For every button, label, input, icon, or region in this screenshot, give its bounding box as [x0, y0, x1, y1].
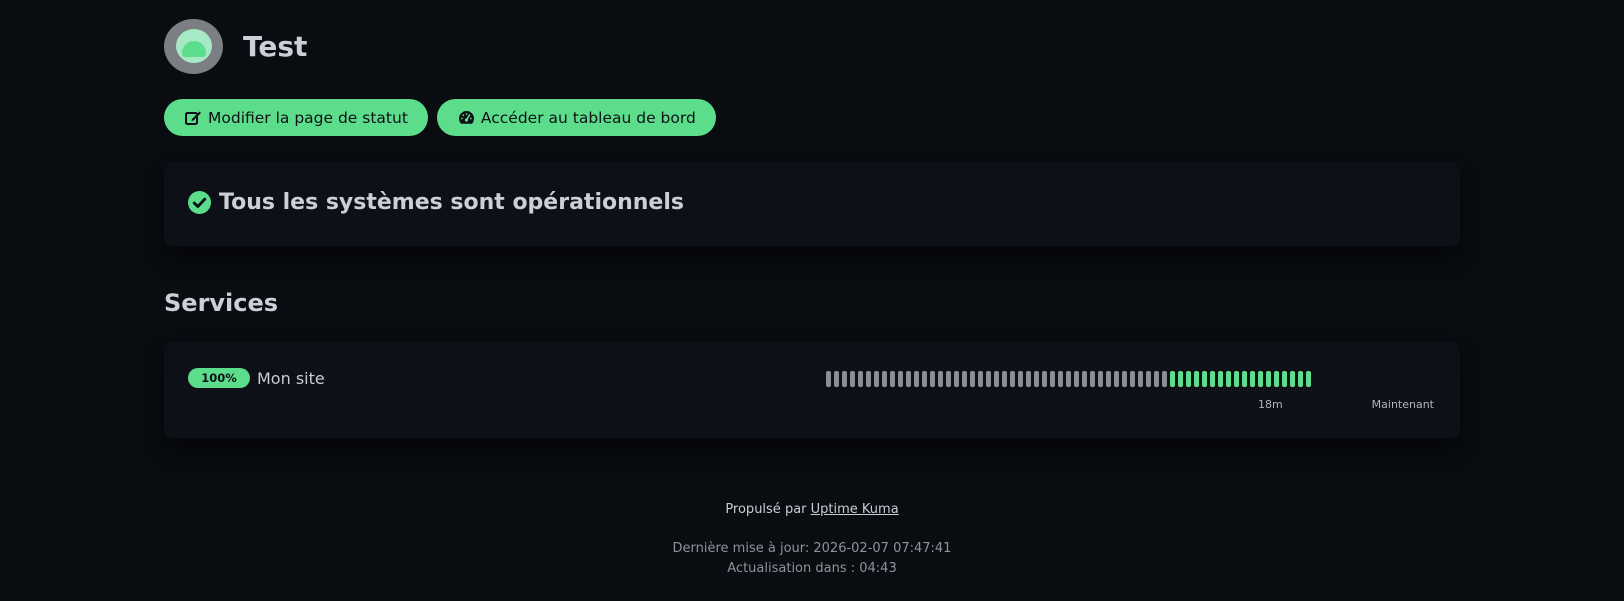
heartbeat-empty[interactable] [1034, 371, 1039, 387]
heartbeat-empty[interactable] [858, 371, 863, 387]
edit-status-page-button[interactable]: Modifier la page de statut [164, 99, 428, 136]
page-title: Test [243, 29, 308, 63]
heartbeat-up[interactable] [1290, 371, 1295, 387]
heartbeat-empty[interactable] [1162, 371, 1167, 387]
heartbeat-empty[interactable] [1082, 371, 1087, 387]
dashboard-label: Accéder au tableau de bord [480, 108, 696, 127]
heartbeat-empty[interactable] [986, 371, 991, 387]
heartbeat-empty[interactable] [834, 371, 839, 387]
heartbeat-empty[interactable] [850, 371, 855, 387]
heartbeat-up[interactable] [1210, 371, 1215, 387]
check-circle-icon [188, 191, 211, 214]
monitor-name[interactable]: Mon site [257, 369, 325, 388]
footer: Propulsé par Uptime Kuma Dernière mise à… [0, 502, 1624, 579]
heartbeat-empty[interactable] [914, 371, 919, 387]
heartbeat-up[interactable] [1186, 371, 1191, 387]
heartbeat-empty[interactable] [938, 371, 943, 387]
heartbeat-up[interactable] [1218, 371, 1223, 387]
heartbeat-empty[interactable] [890, 371, 895, 387]
heartbeat-up[interactable] [1266, 371, 1271, 387]
heartbeat-empty[interactable] [922, 371, 927, 387]
heartbeat-empty[interactable] [1058, 371, 1063, 387]
heartbeat-empty[interactable] [882, 371, 887, 387]
heartbeat-up[interactable] [1234, 371, 1239, 387]
edit-icon [185, 111, 201, 125]
edit-status-page-label: Modifier la page de statut [208, 108, 408, 127]
powered-by: Propulsé par Uptime Kuma [0, 502, 1624, 517]
heartbeat-up[interactable] [1242, 371, 1247, 387]
heartbeat-up[interactable] [1282, 371, 1287, 387]
heartbeat-up[interactable] [1258, 371, 1263, 387]
heartbeat-empty[interactable] [1122, 371, 1127, 387]
powered-by-prefix: Propulsé par [725, 502, 807, 517]
heartbeat-empty[interactable] [1018, 371, 1023, 387]
overall-status-text: Tous les systèmes sont opérationnels [219, 190, 684, 215]
heartbeat-empty[interactable] [1154, 371, 1159, 387]
heartbeat-empty[interactable] [906, 371, 911, 387]
action-buttons: Modifier la page de statut Accéder au ta… [164, 99, 716, 136]
heartbeat-up[interactable] [1194, 371, 1199, 387]
logo-icon [164, 18, 223, 74]
heartbeat-up[interactable] [1298, 371, 1303, 387]
heartbeat-empty[interactable] [978, 371, 983, 387]
dashboard-gauge-icon [458, 111, 474, 124]
heartbeat-up[interactable] [1250, 371, 1255, 387]
heartbeat-empty[interactable] [1138, 371, 1143, 387]
heartbeat-up[interactable] [1178, 371, 1183, 387]
heartbeat-up[interactable] [1306, 371, 1311, 387]
heartbeat-empty[interactable] [930, 371, 935, 387]
dashboard-button[interactable]: Accéder au tableau de bord [436, 99, 716, 136]
heartbeat-empty[interactable] [1114, 371, 1119, 387]
refresh-countdown-text: Actualisation dans : 04:43 [727, 561, 897, 576]
heartbeat-empty[interactable] [954, 371, 959, 387]
heartbeat-end-label: Maintenant [1371, 398, 1434, 411]
overall-status-card: Tous les systèmes sont opérationnels [164, 162, 1460, 246]
heartbeat-empty[interactable] [826, 371, 831, 387]
page-header: Test [164, 18, 307, 74]
heartbeat-up[interactable] [1226, 371, 1231, 387]
heartbeat-empty[interactable] [1066, 371, 1071, 387]
heartbeat-empty[interactable] [1010, 371, 1015, 387]
heartbeat-empty[interactable] [866, 371, 871, 387]
heartbeat-empty[interactable] [994, 371, 999, 387]
services-heading: Services [164, 289, 279, 317]
heartbeat-empty[interactable] [1146, 371, 1151, 387]
heartbeat-empty[interactable] [1026, 371, 1031, 387]
heartbeat-empty[interactable] [1090, 371, 1095, 387]
heartbeat-empty[interactable] [1050, 371, 1055, 387]
heartbeat-empty[interactable] [970, 371, 975, 387]
heartbeat-up[interactable] [1202, 371, 1207, 387]
heartbeat-empty[interactable] [874, 371, 879, 387]
uptime-kuma-link[interactable]: Uptime Kuma [811, 502, 899, 517]
heartbeat-empty[interactable] [1098, 371, 1103, 387]
heartbeat-empty[interactable] [898, 371, 903, 387]
heartbeat-empty[interactable] [1106, 371, 1111, 387]
heartbeat-up[interactable] [1274, 371, 1279, 387]
heartbeat-empty[interactable] [842, 371, 847, 387]
last-updated-text: Dernière mise à jour: 2026-02-07 07:47:4… [672, 541, 952, 556]
heartbeat-up[interactable] [1170, 371, 1175, 387]
heartbeat-start-label: 18m [1258, 398, 1283, 411]
heartbeat-empty[interactable] [1130, 371, 1135, 387]
heartbeat-empty[interactable] [1002, 371, 1007, 387]
heartbeat-empty[interactable] [946, 371, 951, 387]
uptime-badge: 100% [188, 368, 250, 388]
heartbeat-empty[interactable] [1042, 371, 1047, 387]
heartbeat-empty[interactable] [1074, 371, 1079, 387]
heartbeat-bar [826, 371, 1311, 387]
monitor-item: 100% Mon site 18m Maintenant [164, 342, 1460, 438]
heartbeat-empty[interactable] [962, 371, 967, 387]
